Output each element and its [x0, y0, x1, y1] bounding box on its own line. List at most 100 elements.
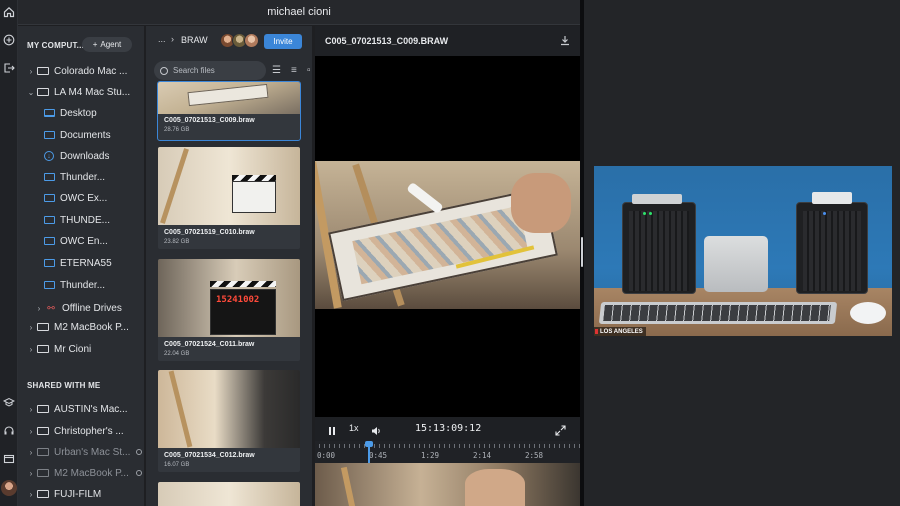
sidebar-item-label: Documents — [60, 129, 111, 141]
chevron-right-icon[interactable]: › — [26, 405, 36, 414]
chevron-right-icon[interactable]: › — [26, 490, 36, 499]
timeline-tick — [349, 444, 350, 448]
file-thumbnail — [158, 482, 300, 506]
shared-item[interactable]: › Christopher's ... — [18, 422, 144, 440]
add-agent-button[interactable]: + Agent — [82, 37, 132, 52]
sidebar-item[interactable]: ⌄ LA M4 Mac Stu... — [18, 83, 144, 101]
folder-icon — [42, 258, 56, 268]
shared-item[interactable]: › M2 MacBook P... — [18, 464, 144, 482]
sidebar-item[interactable]: › M2 MacBook P... — [18, 318, 144, 336]
sidebar-item[interactable]: OWC En... — [18, 232, 144, 250]
file-thumbnail — [158, 82, 300, 114]
chevron-right-icon[interactable]: › — [26, 469, 36, 478]
playback-speed[interactable]: 1x — [349, 423, 359, 433]
drive-icon — [36, 66, 50, 76]
playback-controls: 1x 15:13:09:12 — [315, 417, 580, 441]
file-size: 23.82 GB — [164, 239, 190, 245]
volume-icon[interactable] — [371, 423, 382, 441]
playhead[interactable] — [365, 441, 373, 463]
file-name: C005_07021524_C011.braw — [164, 341, 255, 348]
headset-icon[interactable] — [2, 424, 16, 438]
mac-studio — [704, 236, 768, 292]
sidebar-item-label: OWC En... — [60, 235, 108, 247]
timeline-tick — [564, 444, 565, 448]
sidebar-item[interactable]: Desktop — [18, 104, 144, 122]
timeline-tick — [519, 444, 520, 448]
sidebar-item[interactable]: › Colorado Mac ... — [18, 62, 144, 80]
divider-handle[interactable] — [581, 237, 583, 267]
chevron-right-icon[interactable]: › — [26, 67, 36, 76]
timeline-tick — [334, 444, 335, 448]
video-frame[interactable] — [315, 161, 580, 309]
chevron-right-icon[interactable]: › — [26, 345, 36, 354]
chevron-down-icon[interactable]: ⌄ — [26, 88, 36, 97]
timeline-scrubber[interactable]: 0:00 0:45 1:29 2:14 2:58 — [315, 441, 580, 463]
grid-view-icon[interactable]: ▫ — [307, 65, 311, 76]
shared-item[interactable]: › AUSTIN's Mac... — [18, 400, 144, 418]
timeline-tick — [524, 444, 525, 448]
sidebar-item[interactable]: THUNDE... — [18, 211, 144, 229]
file-card[interactable]: C005_07021513_C009.braw 28.76 GB — [157, 81, 301, 141]
chevron-right-icon[interactable]: › — [26, 323, 36, 332]
sort-icon[interactable]: ≡ — [291, 65, 297, 76]
shared-item[interactable]: › FUJI-FILM — [18, 485, 144, 503]
file-card[interactable]: C005_07021519_C010.braw 23.82 GB — [158, 147, 300, 249]
download-circle-icon: ↓ — [42, 151, 56, 161]
viewer-header: C005_07021513_C009.BRAW — [315, 26, 580, 56]
file-browser-header: ... › BRAW Invite — [146, 26, 312, 56]
search-input[interactable]: Search files — [154, 61, 266, 80]
chevron-right-icon[interactable]: › — [26, 427, 36, 436]
sidebar-item[interactable]: Thunder... — [18, 168, 144, 186]
timeline-tick — [329, 444, 330, 448]
timeline-tick — [479, 444, 480, 448]
collaborator-avatar[interactable] — [244, 33, 259, 48]
timeline-tick — [414, 444, 415, 448]
folder-icon — [42, 172, 56, 182]
learn-icon[interactable] — [2, 395, 16, 409]
breadcrumb-ellipsis[interactable]: ... — [158, 34, 166, 44]
filmstrip[interactable] — [315, 463, 580, 506]
list-view-icon[interactable]: ☰ — [272, 65, 281, 76]
shared-item[interactable]: › Urban's Mac St... — [18, 443, 144, 461]
avatar[interactable] — [1, 480, 17, 496]
sidebar-item[interactable]: ↓ Downloads — [18, 147, 144, 165]
sidebar-item[interactable]: Documents — [18, 126, 144, 144]
exit-icon[interactable] — [2, 61, 16, 75]
plus-circle-icon[interactable] — [2, 33, 16, 47]
timeline-tick — [439, 444, 440, 448]
chevron-right-icon[interactable]: › — [26, 448, 36, 457]
sidebar-item-label: Mr Cioni — [54, 343, 92, 355]
sidebar-item-label: Thunder... — [60, 279, 106, 291]
sidebar-item[interactable]: ETERNA55 — [18, 254, 144, 272]
invite-button[interactable]: Invite — [264, 34, 302, 49]
sidebar-item[interactable]: Thunder... — [18, 276, 144, 294]
shared-with-me-header: SHARED WITH ME — [27, 381, 101, 390]
download-icon[interactable] — [560, 35, 570, 46]
home-icon[interactable] — [2, 5, 16, 19]
timeline-tick — [344, 444, 345, 448]
pause-icon[interactable] — [328, 423, 336, 441]
folder-icon — [42, 130, 56, 140]
timeline-tick — [374, 444, 375, 448]
file-name: C005_07021513_C009.braw — [164, 117, 255, 124]
window-title: michael cioni — [18, 0, 580, 25]
file-card[interactable] — [158, 482, 300, 506]
sidebar-item[interactable]: › Mr Cioni — [18, 340, 144, 358]
file-card[interactable]: C005_07021534_C012.braw 16.07 GB — [158, 370, 300, 472]
file-card[interactable]: 15241002 C005_07021524_C011.braw 22.04 G… — [158, 259, 300, 361]
agent-button-label: Agent — [100, 40, 122, 49]
sidebar-item[interactable]: › ⚯ Offline Drives — [18, 299, 144, 317]
offline-icon: ⚯ — [47, 302, 55, 313]
fullscreen-icon[interactable] — [555, 423, 566, 441]
timeline-tick — [379, 444, 380, 448]
timeline-tick — [429, 444, 430, 448]
breadcrumb-current-folder[interactable]: BRAW — [181, 35, 208, 45]
sidebar-item[interactable]: OWC Ex... — [18, 189, 144, 207]
shared-item-label: Christopher's ... — [54, 425, 124, 437]
sidebar-item-label: M2 MacBook P... — [54, 321, 129, 333]
chevron-right-icon[interactable]: › — [34, 304, 44, 313]
timeline-tick — [534, 444, 535, 448]
window-icon[interactable] — [2, 452, 16, 466]
timeline-label: 1:29 — [421, 451, 440, 460]
timeline-tick — [384, 444, 385, 448]
